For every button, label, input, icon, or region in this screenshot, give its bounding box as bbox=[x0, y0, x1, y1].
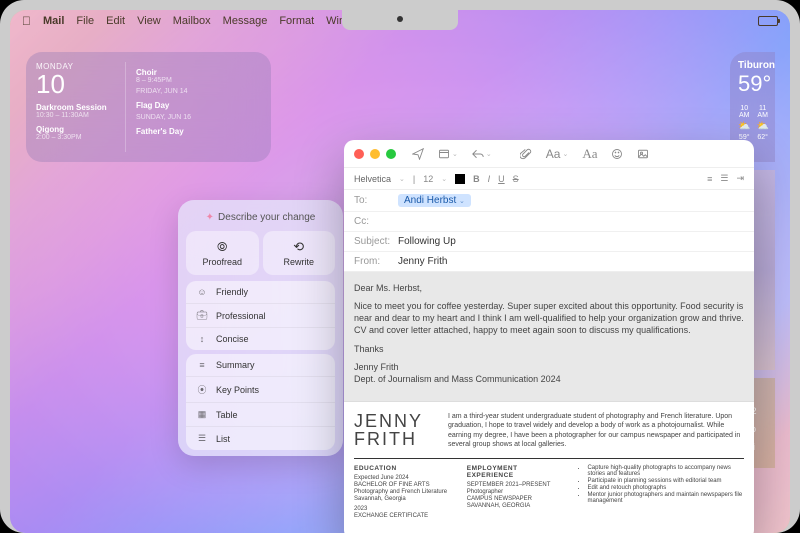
desktop:  Mail File Edit View Mailbox Message Fo… bbox=[10, 10, 790, 533]
table-icon: ▦ bbox=[196, 409, 208, 420]
format-button[interactable]: Aa⌄ bbox=[546, 147, 569, 161]
strike-button[interactable]: S bbox=[513, 174, 519, 184]
italic-button[interactable]: I bbox=[488, 174, 491, 184]
sparkle-icon: ✦ bbox=[206, 212, 214, 223]
laptop-bezel:  Mail File Edit View Mailbox Message Fo… bbox=[0, 0, 800, 533]
app-menu[interactable]: Mail bbox=[43, 15, 64, 27]
proofread-button[interactable]: ⦾Proofread bbox=[186, 231, 259, 275]
underline-button[interactable]: U bbox=[498, 174, 505, 184]
bold-button[interactable]: B bbox=[473, 174, 480, 184]
compress-icon: ↕ bbox=[196, 334, 208, 344]
rewrite-button[interactable]: ⟲Rewrite bbox=[263, 231, 336, 275]
summary-icon: ≡ bbox=[196, 360, 208, 370]
attach-button[interactable] bbox=[520, 147, 532, 161]
subject-label: Subject: bbox=[354, 236, 398, 247]
tone-concise[interactable]: ↕Concise bbox=[186, 328, 335, 350]
zoom-button[interactable] bbox=[386, 149, 396, 159]
menu-view[interactable]: View bbox=[137, 15, 161, 27]
tone-professional[interactable]: 💼︎Professional bbox=[186, 304, 335, 328]
resume-attachment: JENNYFRITH I am a third-year student und… bbox=[344, 401, 754, 530]
message-body[interactable]: Dear Ms. Herbst, Nice to meet you for co… bbox=[344, 272, 754, 533]
writing-tools-header[interactable]: ✦Describe your change bbox=[182, 204, 339, 231]
indent-button[interactable]: ⇥ bbox=[736, 173, 744, 184]
recipient-token[interactable]: Andi Herbst ⌄ bbox=[398, 194, 471, 207]
apple-menu-icon[interactable]:  bbox=[22, 14, 31, 28]
font-select[interactable]: Helvetica bbox=[354, 174, 391, 184]
from-field[interactable]: Jenny Frith bbox=[398, 256, 447, 267]
subject-field[interactable]: Following Up bbox=[398, 236, 456, 247]
format-summary[interactable]: ≡Summary bbox=[186, 354, 335, 377]
menu-message[interactable]: Message bbox=[223, 15, 268, 27]
weather-icon: ⛅ bbox=[756, 121, 768, 132]
menu-format[interactable]: Format bbox=[279, 15, 314, 27]
calendar-date: 10 bbox=[36, 71, 117, 97]
message-headers: To:Andi Herbst ⌄ Cc: Subject:Following U… bbox=[344, 190, 754, 272]
resume-bio: I am a third-year student undergraduate … bbox=[448, 412, 744, 450]
compose-window: ⌄ ⌄ Aa⌄ Aa Helvetica⌄ | 12⌄ B I U S ≡ ☰ … bbox=[344, 140, 754, 533]
resume-name: JENNYFRITH bbox=[354, 412, 434, 450]
align-button[interactable]: ≡ bbox=[707, 174, 712, 184]
format-table[interactable]: ▦Table bbox=[186, 403, 335, 427]
header-fields-button[interactable]: ⌄ bbox=[438, 148, 458, 160]
battery-icon[interactable] bbox=[758, 16, 778, 26]
list-button[interactable]: ☰ bbox=[720, 173, 728, 184]
smile-icon: ☺ bbox=[196, 287, 208, 297]
menu-mailbox[interactable]: Mailbox bbox=[173, 15, 211, 27]
menu-file[interactable]: File bbox=[76, 15, 94, 27]
writing-tools-panel: ✦Describe your change ⦾Proofread ⟲Rewrit… bbox=[178, 200, 343, 456]
selected-text[interactable]: Dear Ms. Herbst, Nice to meet you for co… bbox=[344, 272, 754, 401]
minimize-button[interactable] bbox=[370, 149, 380, 159]
photo-browser-button[interactable] bbox=[637, 147, 649, 161]
reply-button[interactable]: ⌄ bbox=[472, 148, 492, 160]
tone-friendly[interactable]: ☺Friendly bbox=[186, 281, 335, 304]
format-list[interactable]: ☰List bbox=[186, 427, 335, 450]
size-select[interactable]: 12 bbox=[423, 174, 433, 184]
format-keypoints[interactable]: ⦿Key Points bbox=[186, 377, 335, 403]
color-swatch[interactable] bbox=[455, 174, 465, 184]
text-style-button[interactable]: Aa bbox=[582, 146, 597, 162]
menu-edit[interactable]: Edit bbox=[106, 15, 125, 27]
from-label: From: bbox=[354, 256, 398, 267]
weather-location: Tiburon bbox=[738, 60, 767, 71]
rewrite-icon: ⟲ bbox=[267, 239, 332, 255]
weather-temp: 59° bbox=[738, 71, 767, 97]
keypoints-icon: ⦿ bbox=[196, 383, 208, 396]
briefcase-icon: 💼︎ bbox=[196, 310, 208, 321]
titlebar[interactable]: ⌄ ⌄ Aa⌄ Aa bbox=[344, 140, 754, 168]
cc-label: Cc: bbox=[354, 216, 398, 227]
emoji-button[interactable] bbox=[611, 147, 623, 161]
close-button[interactable] bbox=[354, 149, 364, 159]
to-label: To: bbox=[354, 195, 398, 206]
calendar-day-label: MONDAY bbox=[36, 62, 117, 71]
notch bbox=[342, 10, 458, 30]
list-icon: ☰ bbox=[196, 433, 208, 444]
format-bar: Helvetica⌄ | 12⌄ B I U S ≡ ☰ ⇥ bbox=[344, 168, 754, 190]
magnify-check-icon: ⦾ bbox=[190, 239, 255, 255]
weather-icon: ⛅ bbox=[738, 121, 750, 132]
send-button[interactable] bbox=[412, 147, 424, 161]
calendar-widget[interactable]: MONDAY 10 Darkroom Session10:30 – 11:30A… bbox=[26, 52, 271, 162]
